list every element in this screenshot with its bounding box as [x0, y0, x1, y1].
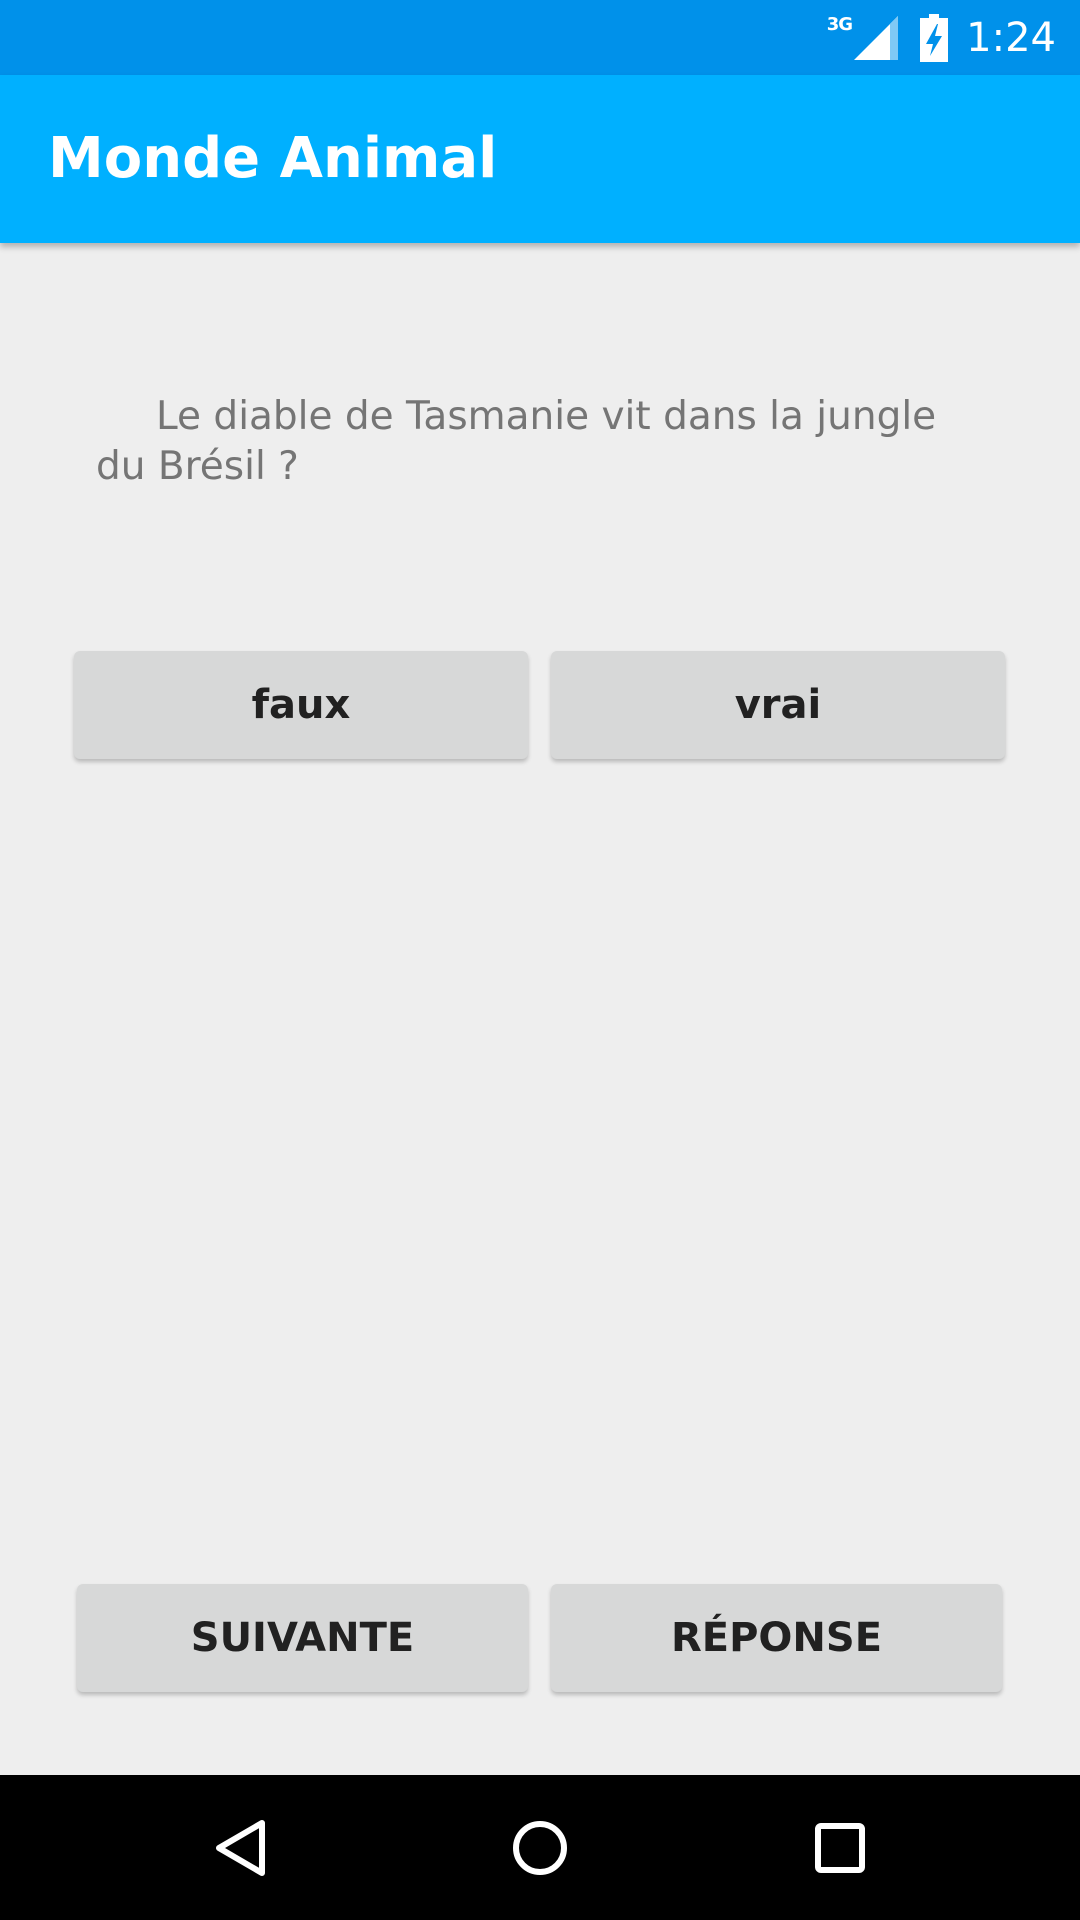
recent-apps-button[interactable]: [760, 1775, 920, 1920]
home-icon: [513, 1820, 567, 1875]
back-icon: [216, 1819, 265, 1876]
true-button[interactable]: vrai: [551, 651, 1005, 759]
back-button[interactable]: [160, 1775, 320, 1920]
false-button[interactable]: faux: [74, 651, 528, 759]
recent-apps-icon: [815, 1822, 865, 1873]
status-icons: 1:24: [854, 0, 1056, 75]
question-text: Le diable de Tasmanie vit dans la jungle…: [96, 394, 937, 489]
app-title: Monde Animal: [48, 126, 498, 191]
signal-icon: [854, 15, 899, 60]
navigation-bar: [0, 1775, 1080, 1920]
home-button[interactable]: [460, 1775, 620, 1920]
answer-button[interactable]: RÉPONSE: [551, 1584, 1002, 1692]
network-type: 3G: [826, 14, 853, 35]
app-bar: Monde Animal: [0, 75, 1080, 243]
next-button[interactable]: SUIVANTE: [77, 1584, 528, 1692]
clock: 1:24: [966, 14, 1056, 61]
status-bar: 3G 1:24: [0, 0, 1080, 75]
battery-charging-icon: [920, 13, 949, 62]
